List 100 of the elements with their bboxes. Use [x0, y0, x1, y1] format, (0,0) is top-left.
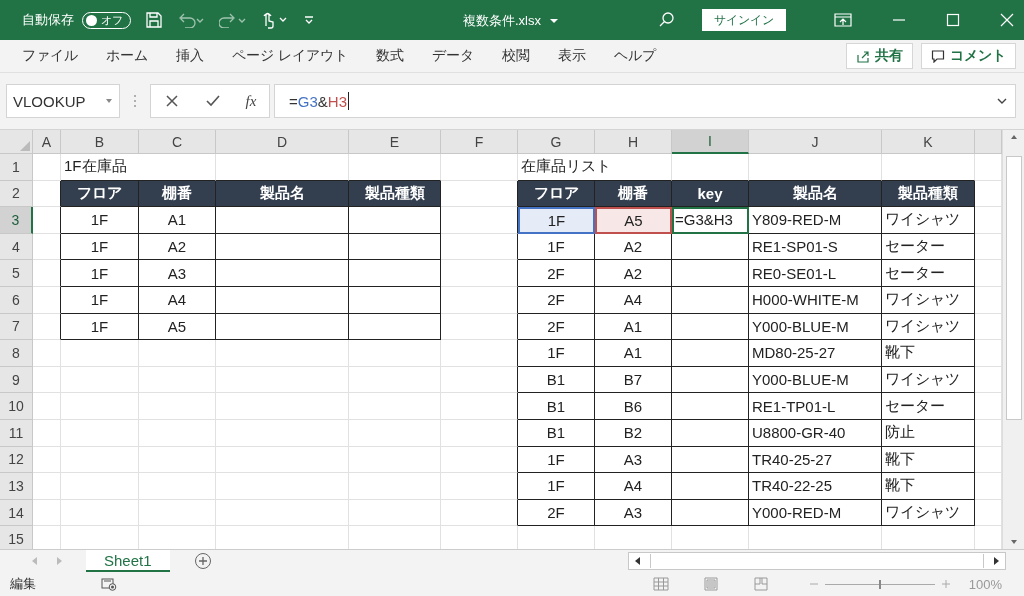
table-cell: セーター [882, 260, 975, 287]
column-heading: 棚番 [595, 180, 672, 208]
column-header[interactable]: D [216, 130, 349, 154]
table-title: 1F在庫品 [61, 154, 216, 181]
table-cell: 1F [518, 473, 595, 500]
row-header[interactable]: 13 [0, 473, 33, 500]
table-cell: A3 [595, 446, 672, 474]
menu-tab[interactable]: 校閲 [487, 40, 544, 72]
menu-tab[interactable]: データ [417, 40, 488, 72]
column-heading: 製品種類 [349, 180, 441, 208]
table-cell: 靴下 [882, 473, 975, 500]
table-cell: A4 [595, 286, 672, 314]
row-header[interactable]: 5 [0, 260, 33, 287]
status-mode: 編集 [10, 575, 36, 593]
row-header[interactable]: 3 [0, 207, 33, 234]
table-cell: ワイシャツ [882, 207, 975, 234]
table-cell: B6 [595, 393, 672, 420]
table-cell: A1 [595, 313, 672, 341]
table-cell: A1 [139, 207, 216, 234]
row-header[interactable]: 15 [0, 526, 33, 549]
column-header[interactable]: J [749, 130, 882, 154]
table-cell: ワイシャツ [882, 499, 975, 527]
column-heading: 棚番 [139, 180, 216, 208]
table-cell: 1F [61, 313, 139, 341]
table-cell: MD80-25-27 [749, 340, 882, 367]
table-cell: A5 [595, 207, 672, 234]
row-header[interactable]: 8 [0, 340, 33, 367]
row-header[interactable]: 11 [0, 419, 33, 447]
table-cell: A4 [595, 473, 672, 500]
table-cell: RE1-TP01-L [749, 393, 882, 420]
menu-tab[interactable]: ヘルプ [599, 40, 670, 72]
autosave-label: 自動保存 [22, 11, 74, 29]
row-header[interactable]: 1 [0, 154, 33, 181]
row-header[interactable]: 9 [0, 366, 33, 394]
table-cell: =G3&H3 [672, 207, 749, 234]
column-header[interactable]: H [595, 130, 672, 154]
row-header[interactable]: 10 [0, 393, 33, 420]
table-cell: 1F [61, 207, 139, 234]
column-heading: 製品種類 [882, 180, 975, 208]
row-header[interactable]: 4 [0, 233, 33, 261]
row-header[interactable]: 2 [0, 180, 33, 208]
table-cell: 靴下 [882, 340, 975, 367]
menu-tab[interactable]: 数式 [361, 40, 418, 72]
table-cell: ワイシャツ [882, 313, 975, 341]
column-header[interactable]: C [139, 130, 216, 154]
column-heading: key [672, 180, 749, 208]
table-cell: A5 [139, 313, 216, 341]
comment-button[interactable]: コメント [921, 43, 1016, 69]
menu-tab[interactable]: 挿入 [162, 40, 218, 72]
column-header[interactable]: K [882, 130, 975, 154]
column-header[interactable]: A [33, 130, 61, 154]
share-button[interactable]: 共有 [846, 43, 913, 69]
table-cell: 1F [61, 286, 139, 314]
table-cell: B1 [518, 366, 595, 394]
table-cell: 2F [518, 313, 595, 341]
table-cell: 2F [518, 286, 595, 314]
table-cell: B1 [518, 393, 595, 420]
table-cell: セーター [882, 393, 975, 420]
formula-input[interactable]: =G3&H3 [274, 84, 1016, 118]
table-cell: 1F [518, 233, 595, 261]
sheet-tab[interactable]: Sheet1 [86, 550, 170, 572]
table-cell: 1F [61, 260, 139, 287]
table-cell: A2 [595, 233, 672, 261]
row-header[interactable]: 14 [0, 499, 33, 527]
table-cell: ワイシャツ [882, 366, 975, 394]
row-header[interactable]: 12 [0, 446, 33, 474]
table-cell: TR40-25-27 [749, 446, 882, 474]
column-header[interactable]: G [518, 130, 595, 154]
table-cell: H000-WHITE-M [749, 286, 882, 314]
table-cell: Y000-BLUE-M [749, 313, 882, 341]
table-cell: 1F [518, 340, 595, 367]
table-cell: A1 [595, 340, 672, 367]
table-cell: 防止 [882, 419, 975, 447]
table-cell: Y809-RED-M [749, 207, 882, 234]
menu-tab[interactable]: 表示 [543, 40, 600, 72]
column-header[interactable]: E [349, 130, 441, 154]
table-cell: B7 [595, 366, 672, 394]
column-heading: フロア [518, 180, 595, 208]
table-cell: 1F [518, 207, 595, 234]
column-header[interactable]: B [61, 130, 139, 154]
menu-tab[interactable]: ページ レイアウト [218, 40, 362, 72]
table-cell: A4 [139, 286, 216, 314]
row-header[interactable]: 6 [0, 286, 33, 314]
menu-tab[interactable]: ファイル [8, 40, 92, 72]
window-title: 複数条件.xlsx [463, 12, 541, 30]
column-header[interactable]: F [441, 130, 518, 154]
table-cell: A2 [139, 233, 216, 261]
menu-tab[interactable]: ホーム [92, 40, 162, 72]
column-header[interactable]: I [672, 130, 749, 154]
table-cell: RE0-SE01-L [749, 260, 882, 287]
name-box[interactable]: VLOOKUP [6, 84, 120, 118]
table-cell: U8800-GR-40 [749, 419, 882, 447]
table-cell: 2F [518, 499, 595, 527]
column-heading: フロア [61, 180, 139, 208]
sign-in-button[interactable]: サインイン [702, 9, 786, 31]
table-cell: A3 [595, 499, 672, 527]
row-header[interactable]: 7 [0, 313, 33, 341]
insert-function-button[interactable]: fx [245, 92, 257, 110]
table-cell: 1F [61, 233, 139, 261]
table-cell: Y000-RED-M [749, 499, 882, 527]
